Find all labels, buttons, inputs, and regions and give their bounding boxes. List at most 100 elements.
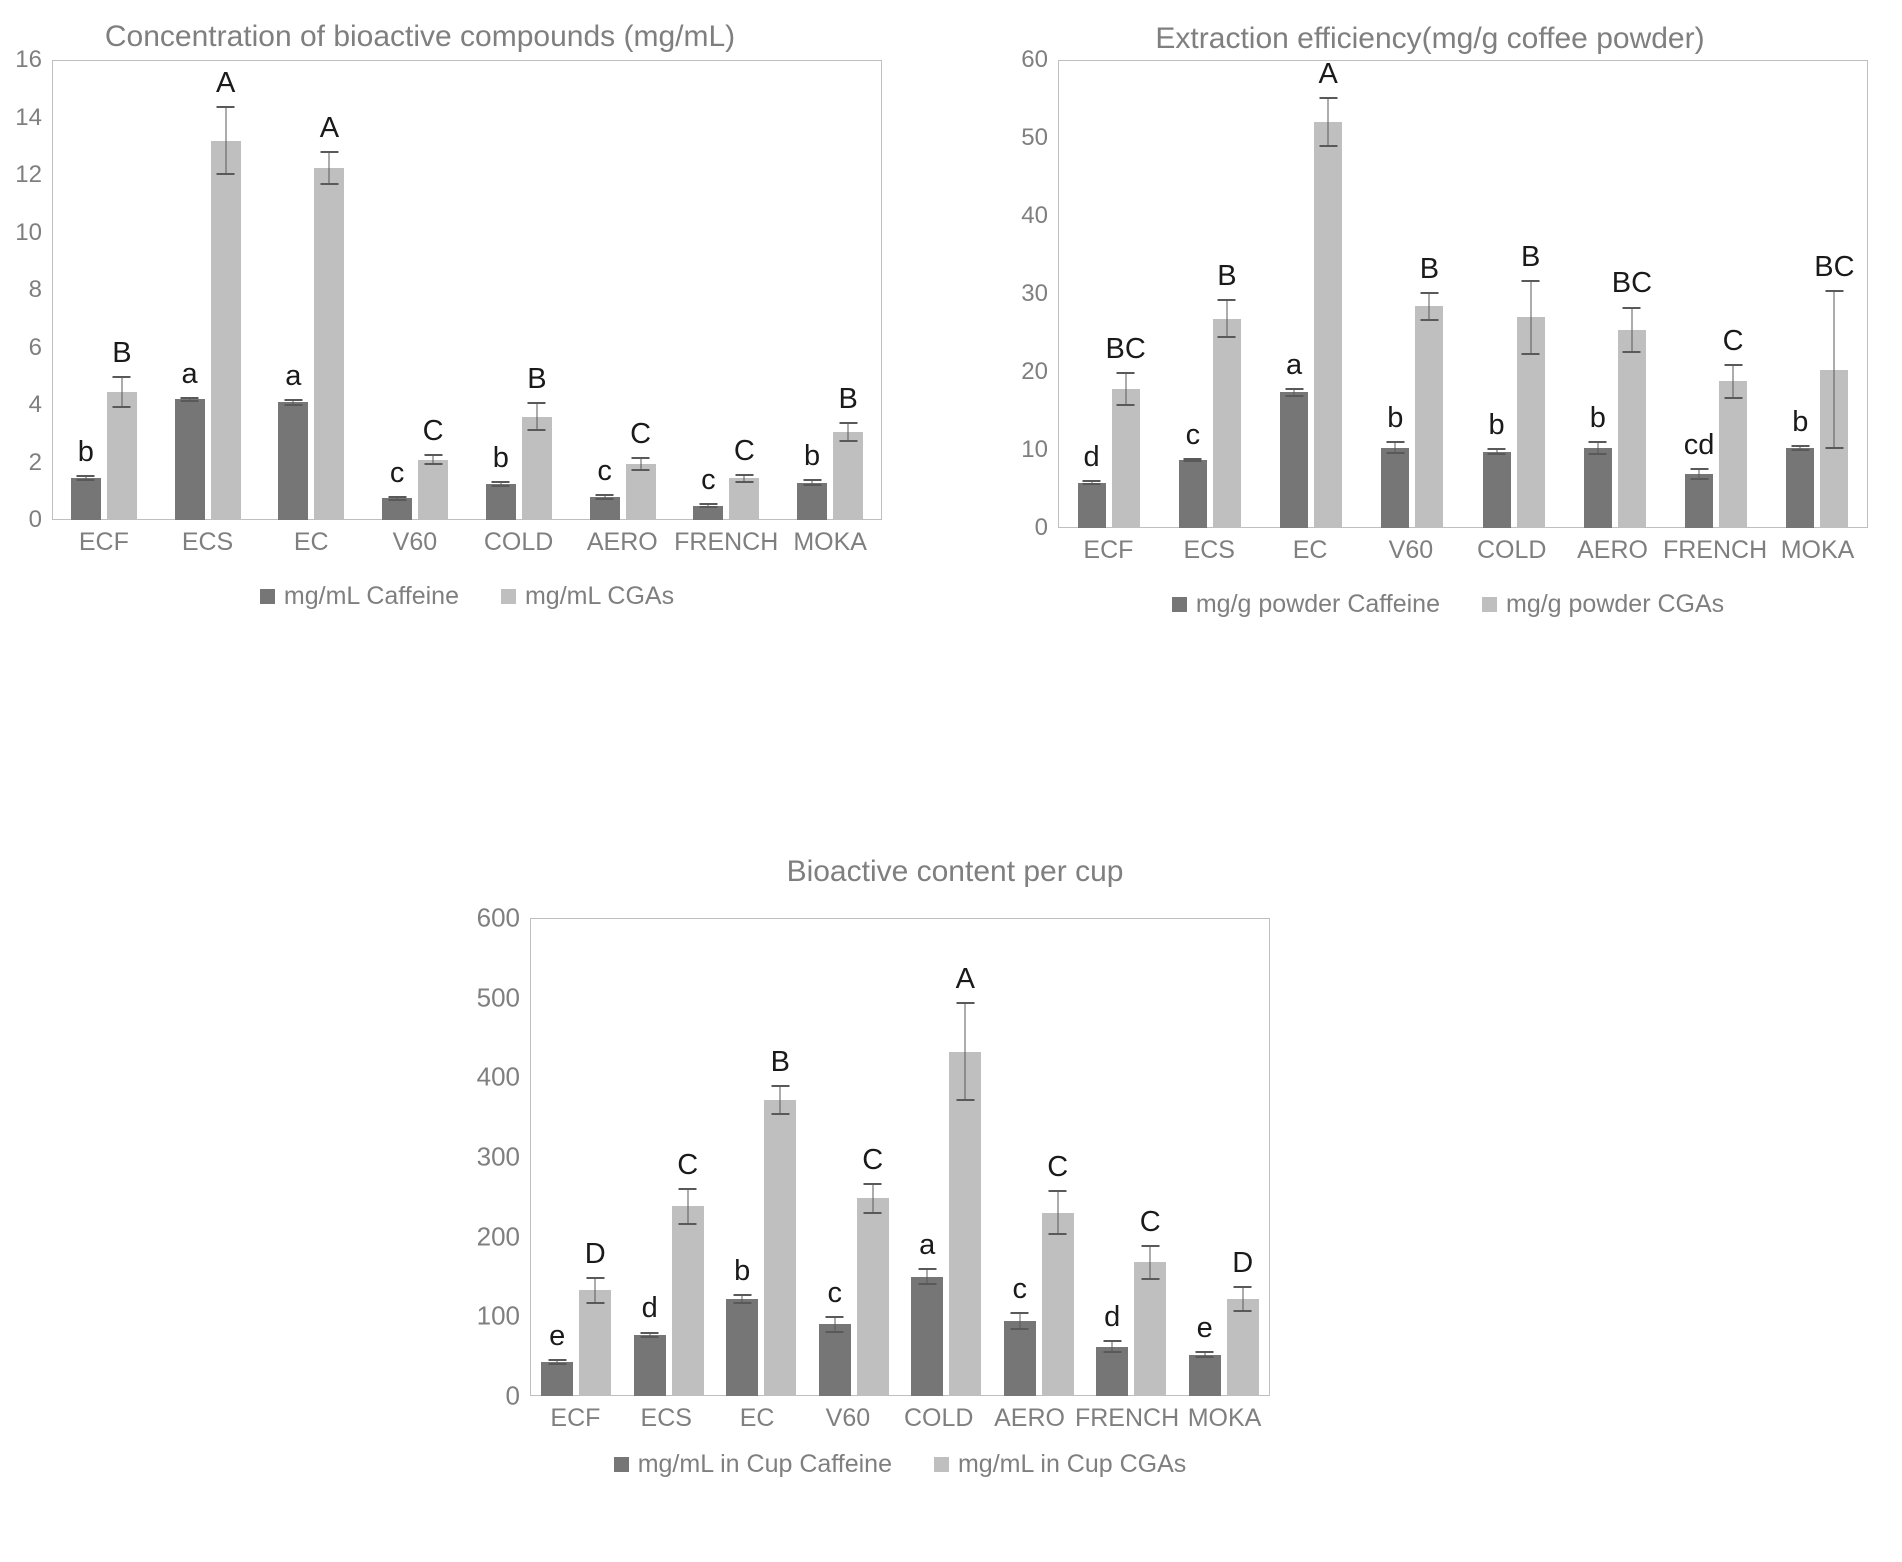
legend-item[interactable]: mg/g powder Caffeine — [1171, 590, 1440, 619]
bar-cgas[interactable]: B — [1212, 262, 1241, 528]
bar-caffeine[interactable]: c — [1178, 420, 1207, 528]
bar-caffeine[interactable]: c — [693, 466, 724, 520]
legend-swatch-icon — [933, 1457, 949, 1472]
bar-cgas[interactable]: B — [521, 365, 552, 520]
bar-cgas[interactable]: C — [418, 417, 449, 520]
error-bar — [964, 1002, 966, 1102]
bar-cgas[interactable]: A — [1314, 60, 1343, 528]
bar-cgas[interactable]: B — [764, 1047, 797, 1396]
x-tick-label: ECS — [1183, 536, 1235, 564]
error-bar — [121, 376, 123, 408]
error-bar — [604, 494, 606, 500]
bar-slot: b — [1583, 60, 1612, 528]
bar-cgas[interactable]: BC — [1105, 335, 1146, 528]
legend-swatch-icon — [1482, 597, 1497, 612]
bar-caffeine[interactable]: a — [911, 1230, 944, 1396]
bar-caffeine[interactable]: b — [1381, 404, 1410, 528]
bar-caffeine[interactable]: d — [1096, 1303, 1129, 1396]
x-tick-label: ECF — [550, 1404, 601, 1432]
bar-cgas[interactable]: C — [856, 1145, 889, 1396]
y-tick-label: 14 — [15, 103, 42, 131]
bar-caffeine[interactable]: c — [818, 1278, 851, 1396]
bar-cgas[interactable]: C — [625, 419, 656, 520]
bar-cgas[interactable]: D — [1226, 1249, 1259, 1396]
error-bar — [1019, 1312, 1021, 1330]
bar-cgas[interactable]: A — [210, 69, 241, 520]
bar-cgas[interactable]: BC — [1612, 269, 1652, 528]
x-tick-label: AERO — [994, 1404, 1065, 1432]
significance-label: c — [827, 1276, 843, 1309]
bar-slot: b — [797, 60, 828, 520]
error-bar — [594, 1276, 596, 1304]
bar-caffeine[interactable]: b — [797, 442, 828, 520]
bar-caffeine[interactable]: e — [541, 1321, 574, 1396]
legend-item[interactable]: mg/mL Caffeine — [259, 582, 459, 611]
error-bar — [292, 398, 294, 406]
bar-caffeine[interactable]: c — [589, 457, 620, 520]
bar-cgas[interactable]: C — [729, 437, 760, 520]
bar-group: cB — [1159, 60, 1260, 528]
bar-cgas[interactable]: D — [579, 1239, 612, 1396]
bar-cgas[interactable]: C — [1134, 1207, 1167, 1396]
bar-caffeine[interactable]: e — [1188, 1314, 1221, 1396]
legend-item[interactable]: mg/mL in Cup CGAs — [933, 1450, 1186, 1479]
bar-caffeine[interactable]: b — [70, 438, 101, 520]
bar-group: cd C — [1666, 60, 1767, 528]
x-tick-label: MOKA — [1187, 1404, 1262, 1432]
legend-item[interactable]: mg/mL in Cup Caffeine — [613, 1450, 892, 1479]
significance-label: d — [1083, 441, 1100, 474]
y-tick-label: 300 — [476, 1141, 520, 1172]
significance-label: b — [804, 440, 821, 473]
error-bar — [926, 1267, 928, 1286]
bar-caffeine[interactable]: a — [1280, 350, 1309, 528]
bar-caffeine[interactable]: b — [1786, 407, 1815, 528]
bar-cgas[interactable]: C — [1719, 327, 1748, 528]
significance-label: b — [1792, 405, 1809, 438]
error-bar — [1631, 306, 1633, 354]
bar-slot: D — [579, 918, 612, 1396]
bar-caffeine[interactable]: b — [485, 444, 516, 520]
bar-cgas[interactable]: C — [671, 1151, 704, 1396]
significance-label: e — [549, 1319, 566, 1352]
legend-item[interactable]: mg/g powder CGAs — [1482, 590, 1724, 619]
y-tick-label: 0 — [28, 506, 42, 533]
bar-slot: BC — [1105, 60, 1146, 528]
significance-label: B — [770, 1045, 790, 1078]
bar-caffeine[interactable]: d — [1077, 443, 1106, 528]
bar-cgas[interactable]: A — [314, 113, 345, 520]
error-bar — [1192, 457, 1194, 463]
bar-group: cC — [993, 918, 1086, 1396]
bar-slot: c — [589, 60, 620, 520]
x-tick-label: FRENCH — [674, 528, 779, 556]
bar-cgas[interactable]: A — [949, 965, 982, 1396]
bar-cgas[interactable]: B — [106, 339, 137, 520]
bar-group: dC — [1085, 918, 1178, 1396]
bar-group: aA — [260, 60, 364, 520]
error-bar — [1057, 1190, 1059, 1236]
bar-cgas[interactable]: B — [833, 385, 864, 520]
bar-caffeine[interactable]: cd — [1684, 430, 1714, 528]
bar-caffeine[interactable]: b — [1583, 404, 1612, 528]
x-tick-label: ECS — [181, 528, 234, 556]
bar-cgas[interactable]: B — [1415, 255, 1444, 528]
bar-caffeine[interactable]: a — [174, 359, 205, 520]
error-bar — [396, 495, 398, 502]
bar-cgas[interactable]: B — [1516, 242, 1545, 528]
bar-caffeine[interactable]: d — [633, 1294, 666, 1396]
bar-caffeine[interactable]: b — [726, 1257, 759, 1396]
bar-slot: d — [1096, 918, 1129, 1396]
legend-label: mg/g powder Caffeine — [1195, 590, 1440, 618]
bar-slot: C — [1041, 918, 1074, 1396]
y-tick-label: 8 — [28, 276, 42, 303]
y-tick-label: 600 — [476, 902, 520, 933]
error-bar — [847, 422, 849, 443]
bar-caffeine[interactable]: a — [278, 361, 309, 520]
bar-cgas[interactable]: C — [1041, 1153, 1074, 1396]
bar-caffeine[interactable]: c — [1003, 1275, 1036, 1396]
legend-item[interactable]: mg/mL CGAs — [500, 582, 674, 611]
bar-caffeine[interactable]: c — [382, 458, 413, 520]
bar-cgas[interactable]: BC — [1814, 253, 1855, 528]
bar-slot: cd — [1684, 60, 1714, 528]
bar-caffeine[interactable]: b — [1482, 410, 1511, 528]
significance-label: d — [641, 1292, 658, 1325]
